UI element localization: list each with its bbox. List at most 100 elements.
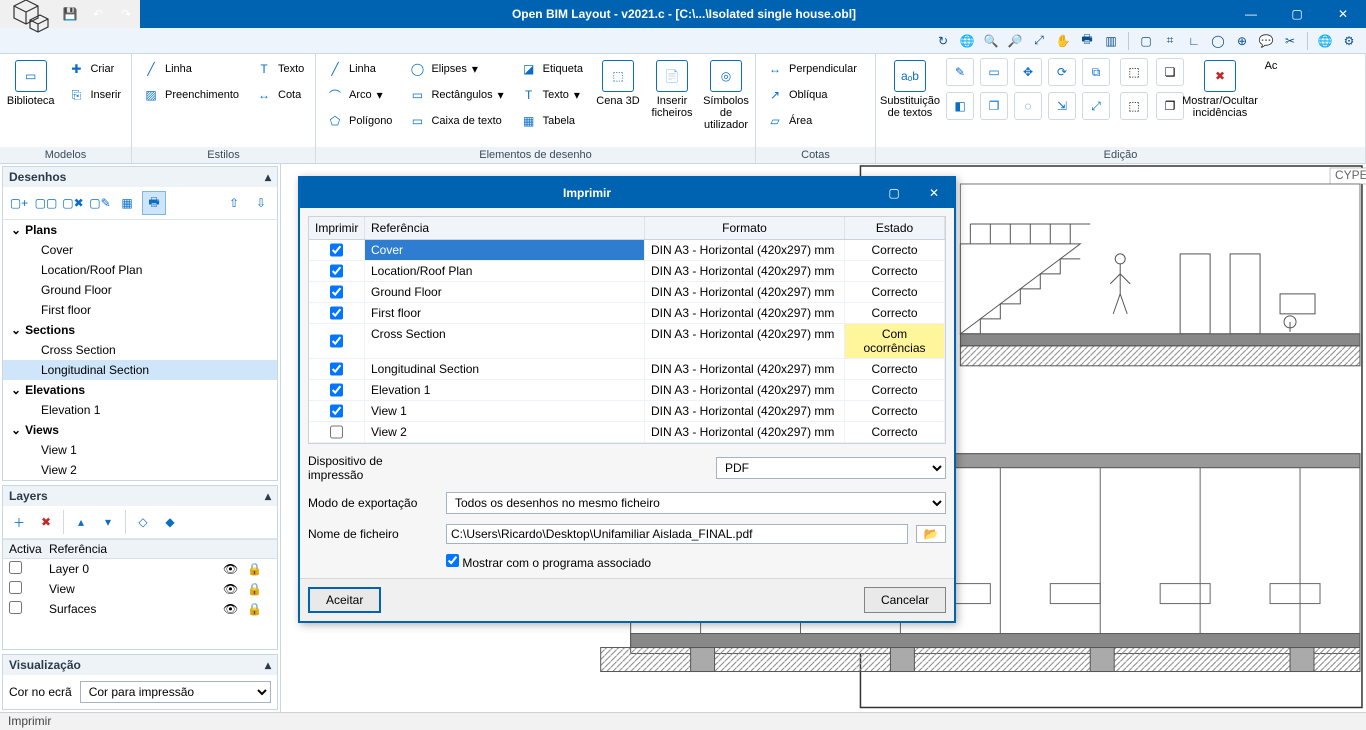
simbolos-button[interactable]: ◎Símbolos de utilizador [703, 58, 749, 131]
close-button[interactable]: ✕ [1320, 0, 1366, 28]
ortho-icon[interactable]: ▢ [1135, 30, 1157, 52]
tree-item[interactable]: View 2 [3, 460, 277, 480]
layer-active-checkbox[interactable] [9, 561, 22, 574]
mostrar-checkbox-label[interactable]: Mostrar com o programa associado [446, 554, 946, 570]
dispositivo-select[interactable]: PDF [716, 457, 946, 479]
area-button[interactable]: ▱Área [762, 110, 861, 132]
substituicao-button[interactable]: aₒbSubstituição de textos [882, 58, 938, 119]
eye-icon[interactable]: 👁 [223, 602, 247, 616]
ungroup-icon[interactable]: ❐ [1156, 92, 1184, 120]
preenchimento-button[interactable]: ▨Preenchimento [138, 84, 243, 106]
tree-item[interactable]: Location/Roof Plan [3, 260, 277, 280]
table-row[interactable]: Cross SectionDIN A3 - Horizontal (420x29… [309, 324, 945, 359]
poligono-button[interactable]: ⬠Polígono [322, 110, 396, 132]
cota-style-button[interactable]: ↔Cota [251, 84, 308, 106]
offset-icon[interactable]: ◌ [1014, 92, 1042, 120]
collapse-icon[interactable]: ▴ [265, 170, 271, 184]
arco-button[interactable]: ⌒Arco ▾ [322, 84, 396, 106]
lock-icon[interactable]: 🔒 [247, 582, 271, 596]
mirror-icon[interactable]: ⧉ [1082, 58, 1110, 86]
lock-icon[interactable]: 🔒 [247, 562, 271, 576]
group-icon[interactable]: ❏ [1156, 58, 1184, 86]
print-row-checkbox[interactable] [330, 285, 343, 299]
col-estado[interactable]: Estado [845, 217, 945, 239]
angle-icon[interactable]: ∟ [1183, 30, 1205, 52]
print-row-checkbox[interactable] [330, 425, 343, 439]
print-row-checkbox[interactable] [330, 264, 343, 278]
biblioteca-button[interactable]: ▭Biblioteca [6, 58, 55, 107]
table-row[interactable]: First floorDIN A3 - Horizontal (420x297)… [309, 303, 945, 324]
print-row-checkbox[interactable] [330, 404, 343, 418]
help-icon[interactable]: 🌐 [1314, 30, 1336, 52]
print-row-checkbox[interactable] [330, 243, 343, 257]
collapse-icon[interactable]: ▴ [265, 658, 271, 672]
layer-active-checkbox[interactable] [9, 581, 22, 594]
cor-ecra-select[interactable]: Cor para impressão [80, 681, 271, 703]
redo-icon[interactable]: ↷ [112, 2, 140, 26]
col-formato[interactable]: Formato [645, 217, 845, 239]
texto-style-button[interactable]: TTexto [251, 58, 308, 80]
table-row[interactable]: Longitudinal SectionDIN A3 - Horizontal … [309, 359, 945, 380]
tree-item[interactable]: First floor [3, 300, 277, 320]
cancelar-button[interactable]: Cancelar [864, 587, 946, 613]
tree-item[interactable]: View 1 [3, 440, 277, 460]
linha-button[interactable]: ╱Linha [322, 58, 396, 80]
erase-icon[interactable]: ◧ [946, 92, 974, 120]
dup-sheet-icon[interactable]: ▢▢ [34, 191, 58, 215]
pan-icon[interactable]: ✋ [1052, 30, 1074, 52]
grid-icon[interactable]: ⌗ [1159, 30, 1181, 52]
table-row[interactable]: Ground FloorDIN A3 - Horizontal (420x297… [309, 282, 945, 303]
save-icon[interactable]: 💾 [56, 2, 84, 26]
col-imprimir[interactable]: Imprimir [309, 217, 365, 239]
rotate-icon[interactable]: ↻ [932, 30, 954, 52]
texto-button[interactable]: TTexto ▾ [516, 84, 587, 106]
stretch-icon[interactable]: ⇲ [1048, 92, 1076, 120]
globe-icon[interactable]: 🌐 [956, 30, 978, 52]
print-row-checkbox[interactable] [330, 362, 343, 376]
grid-sheet-icon[interactable]: ▦ [115, 191, 139, 215]
edit-sheet-icon[interactable]: ▢✎ [88, 191, 112, 215]
rectangulos-button[interactable]: ▭Rectângulos ▾ [404, 84, 507, 106]
caixatexto-button[interactable]: ▭Caixa de texto [404, 110, 507, 132]
table-row[interactable]: Elevation 1DIN A3 - Horizontal (420x297)… [309, 380, 945, 401]
cut-icon[interactable]: ✂ [1279, 30, 1301, 52]
layer-row[interactable]: View👁🔒 [3, 579, 277, 599]
etiqueta-button[interactable]: ◪Etiqueta [516, 58, 587, 80]
perpendicular-button[interactable]: ↔Perpendicular [762, 58, 861, 80]
scale-icon[interactable]: ⤢ [1082, 92, 1110, 120]
table-row[interactable]: View 2DIN A3 - Horizontal (420x297) mmCo… [309, 422, 945, 443]
copy-icon[interactable]: ❐ [980, 92, 1008, 120]
layer-row[interactable]: Layer 0👁🔒 [3, 559, 277, 579]
move-icon[interactable]: ✥ [1014, 58, 1042, 86]
select-icon[interactable]: ▭ [980, 58, 1008, 86]
3d-box-icon[interactable]: ⬚ [1120, 58, 1148, 86]
tree-item[interactable]: Longitudinal Section [3, 360, 277, 380]
linha-style-button[interactable]: ╱Linha [138, 58, 243, 80]
elipses-button[interactable]: ◯Elipses ▾ [404, 58, 507, 80]
inserir-ficheiros-button[interactable]: 📄Inserir ficheiros [649, 58, 695, 119]
mostrar-incidencias-button[interactable]: ✖Mostrar/Ocultar incidências [1192, 58, 1248, 119]
browse-button[interactable]: 📂 [916, 525, 946, 543]
zoom-in-icon[interactable]: 🔍 [980, 30, 1002, 52]
eye-icon[interactable]: 👁 [223, 582, 247, 596]
tree-group-views[interactable]: ⌄Views [3, 420, 277, 440]
move-down-icon[interactable]: ▾ [96, 510, 120, 534]
nome-input[interactable] [446, 524, 908, 544]
track-icon[interactable]: ⊕ [1231, 30, 1253, 52]
print-icon[interactable]: 🖶 [1076, 30, 1098, 52]
minimize-button[interactable]: — [1228, 0, 1274, 28]
layers-icon[interactable]: ▥ [1100, 30, 1122, 52]
settings-icon[interactable]: ⚙ [1338, 30, 1360, 52]
add-layer-icon[interactable]: ＋ [7, 510, 31, 534]
table-row[interactable]: CoverDIN A3 - Horizontal (420x297) mmCor… [309, 240, 945, 261]
tree-item[interactable]: Cross Section [3, 340, 277, 360]
del-layer-icon[interactable]: ✖ [34, 510, 58, 534]
print-row-checkbox[interactable] [330, 306, 343, 320]
print-row-checkbox[interactable] [330, 383, 343, 397]
tree-item[interactable]: Ground Floor [3, 280, 277, 300]
layer-box-icon[interactable]: ◇ [131, 510, 155, 534]
maximize-button[interactable]: ▢ [1274, 0, 1320, 28]
tree-group-sections[interactable]: ⌄Sections [3, 320, 277, 340]
table-row[interactable]: Location/Roof PlanDIN A3 - Horizontal (4… [309, 261, 945, 282]
tabela-button[interactable]: ▦Tabela [516, 110, 587, 132]
